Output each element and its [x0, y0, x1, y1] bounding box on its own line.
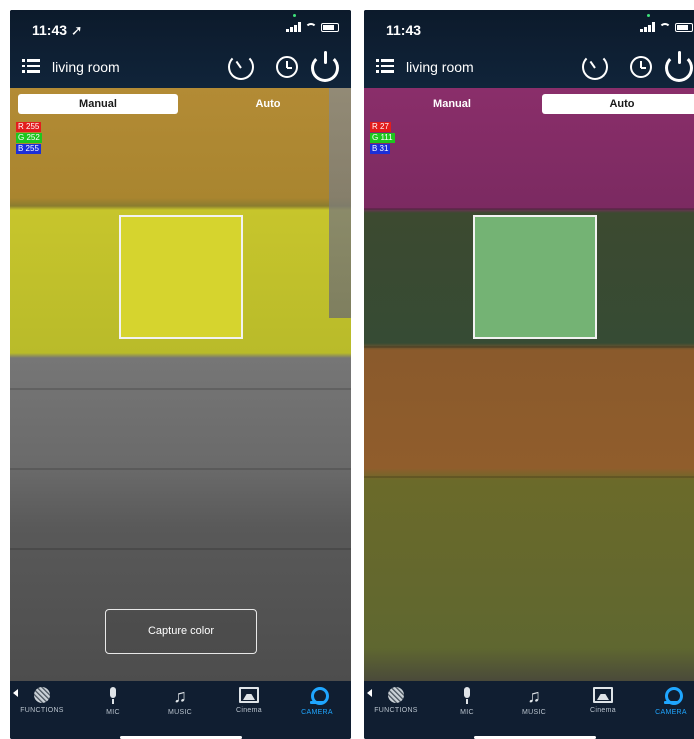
functions-icon: [34, 687, 50, 703]
battery-icon: [675, 22, 693, 32]
camera-icon: [310, 687, 329, 705]
mode-tabs: Manual Auto: [18, 94, 351, 114]
power-icon[interactable]: [311, 51, 339, 82]
header: 11:43 living room: [364, 10, 694, 88]
tab-auto[interactable]: Auto: [188, 94, 348, 114]
color-sample-box[interactable]: [473, 215, 597, 339]
nav-label: FUNCTIONS: [374, 707, 418, 714]
nav-item-mic[interactable]: MIC: [83, 687, 143, 716]
tab-manual[interactable]: Manual: [18, 94, 178, 114]
timer-icon[interactable]: [228, 54, 254, 80]
functions-icon: [388, 687, 404, 703]
menu-icon[interactable]: [22, 58, 40, 74]
camera-icon: [664, 687, 683, 705]
nav-label: FUNCTIONS: [20, 707, 64, 714]
phone-screen-manual: 11:43 ➚ living room R 255 G 252 B 255 Ca…: [10, 10, 351, 739]
nav-label: MUSIC: [521, 709, 547, 716]
nav-item-camera[interactable]: CAMERA: [641, 687, 694, 716]
alarm-clock-icon[interactable]: [276, 56, 298, 78]
cinema-icon: [593, 687, 613, 703]
mic-indicator-dot: [293, 14, 296, 17]
color-sample-box[interactable]: [119, 215, 243, 339]
timer-icon[interactable]: [582, 54, 608, 80]
camera-preview[interactable]: R 255 G 252 B 255 Capture color: [10, 88, 351, 681]
alarm-clock-icon[interactable]: [630, 56, 652, 78]
cinema-icon: [239, 687, 259, 703]
nav-item-camera[interactable]: CAMERA: [287, 687, 347, 716]
music-note-icon: ♫: [173, 686, 187, 706]
microphone-icon: [106, 687, 120, 705]
status-time: 11:43: [386, 22, 422, 38]
nav-item-functions[interactable]: FUNCTIONS: [366, 687, 426, 714]
nav-label: CAMERA: [301, 709, 333, 716]
blue-value-label: B 255: [16, 144, 41, 154]
green-value-label: G 111: [370, 133, 395, 143]
status-time: 11:43 ➚: [32, 22, 83, 38]
nav-label: MIC: [460, 709, 474, 716]
wifi-icon: [659, 22, 671, 32]
red-value-label: R 255: [16, 122, 42, 132]
nav-label: MIC: [106, 709, 120, 716]
camera-preview[interactable]: R 27 G 111 B 31: [364, 88, 694, 681]
nav-item-music[interactable]: ♫ MUSIC: [150, 687, 210, 716]
nav-label: MUSIC: [167, 709, 193, 716]
signal-icon: [286, 22, 301, 32]
room-title: living room: [52, 59, 120, 75]
bottom-nav: FUNCTIONS MIC ♫ MUSIC Cinema CAMERA: [364, 681, 694, 739]
blue-value-label: B 31: [370, 144, 391, 154]
header: 11:43 ➚ living room: [10, 10, 351, 88]
mode-tabs: Manual Auto: [372, 94, 694, 114]
tab-manual[interactable]: Manual: [372, 94, 532, 114]
mic-indicator-dot: [647, 14, 650, 17]
battery-icon: [321, 22, 339, 32]
room-title: living room: [406, 59, 474, 75]
phone-screen-auto: 11:43 living room R 27 G 111 B 31 Manual…: [364, 10, 694, 739]
capture-color-button[interactable]: Capture color: [105, 609, 257, 654]
nav-label: Cinema: [590, 707, 616, 714]
microphone-icon: [460, 687, 474, 705]
tab-auto[interactable]: Auto: [542, 94, 694, 114]
nav-item-cinema[interactable]: Cinema: [219, 687, 279, 714]
nav-item-cinema[interactable]: Cinema: [573, 687, 633, 714]
status-indicators: [640, 22, 693, 32]
power-icon[interactable]: [665, 51, 693, 82]
nav-label: Cinema: [236, 707, 262, 714]
red-value-label: R 27: [370, 122, 391, 132]
wifi-icon: [305, 22, 317, 32]
menu-icon[interactable]: [376, 58, 394, 74]
signal-icon: [640, 22, 655, 32]
nav-label: CAMERA: [655, 709, 687, 716]
nav-item-mic[interactable]: MIC: [437, 687, 497, 716]
music-note-icon: ♫: [527, 686, 541, 706]
green-value-label: G 252: [16, 133, 42, 143]
nav-item-functions[interactable]: FUNCTIONS: [12, 687, 72, 714]
nav-item-music[interactable]: ♫ MUSIC: [504, 687, 564, 716]
bottom-nav: FUNCTIONS MIC ♫ MUSIC Cinema CAMERA: [10, 681, 351, 739]
status-indicators: [286, 22, 339, 32]
